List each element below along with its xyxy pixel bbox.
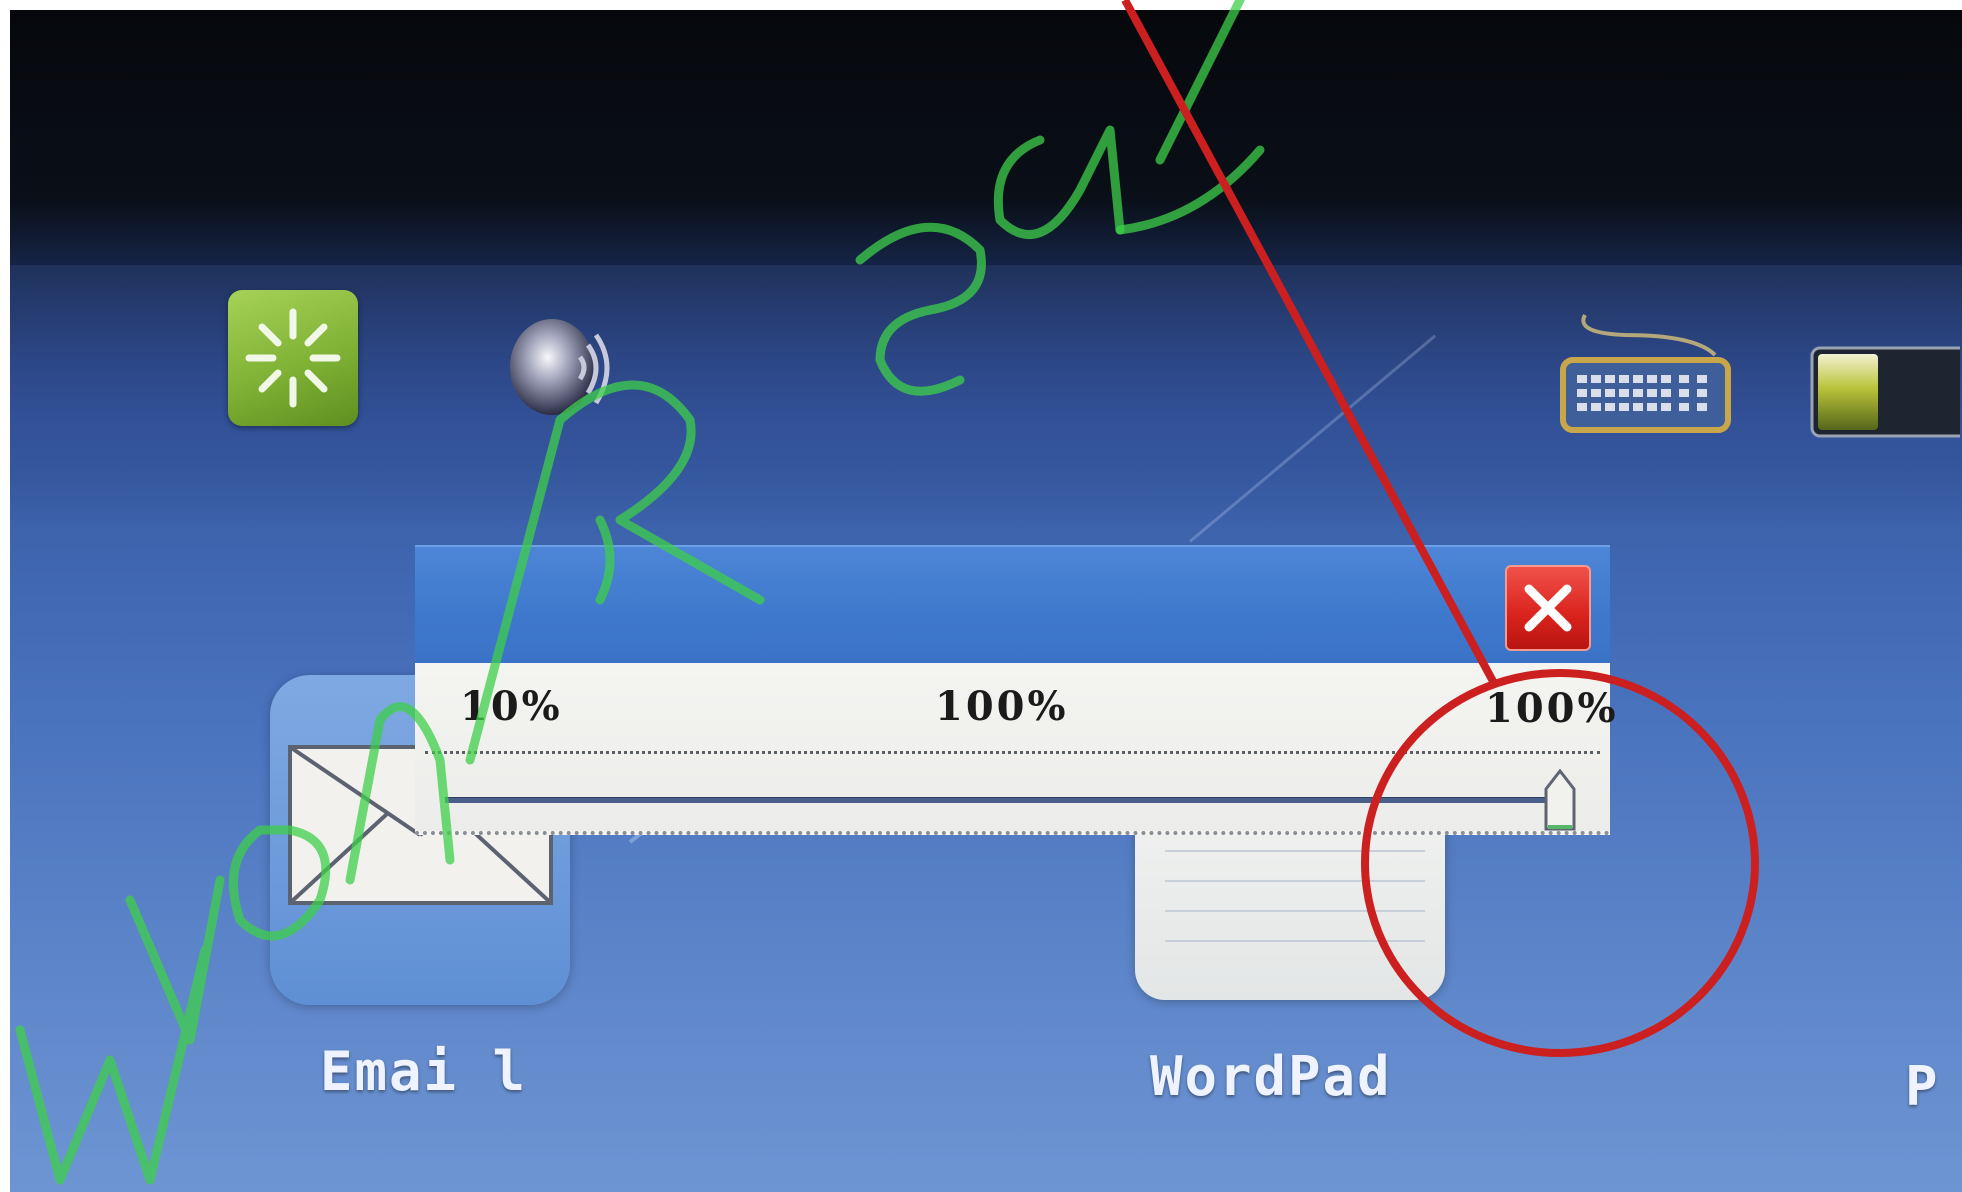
slider-track[interactable] <box>445 797 1560 803</box>
close-icon <box>1524 584 1572 632</box>
wordpad-icon-line <box>1165 880 1425 882</box>
partial-app-label[interactable]: P <box>1905 1055 1940 1118</box>
slider-thumb[interactable] <box>1544 769 1576 833</box>
wordpad-icon-line <box>1165 910 1425 912</box>
dialog-titlebar[interactable] <box>415 545 1610 665</box>
dotted-separator <box>425 751 1600 754</box>
speaker-icon[interactable] <box>500 305 620 435</box>
keyboard-icon[interactable] <box>1555 305 1735 440</box>
level-slider[interactable] <box>445 769 1580 831</box>
battery-icon[interactable] <box>1810 340 1962 445</box>
scale-min-label: 10% <box>460 683 563 730</box>
close-button[interactable] <box>1505 565 1591 651</box>
scale-current-label: 100% <box>935 683 1069 730</box>
email-app-label[interactable]: Emai l <box>320 1040 527 1103</box>
dialog-body: 10% 100% 100% <box>415 663 1616 835</box>
wordpad-app-label[interactable]: WordPad <box>1150 1045 1392 1108</box>
level-dialog: 10% 100% 100% <box>415 545 1616 835</box>
wordpad-icon-line <box>1165 850 1425 852</box>
scale-max-label: 100% <box>1485 685 1619 732</box>
wordpad-icon-line <box>1165 940 1425 942</box>
loading-icon[interactable] <box>228 290 358 426</box>
loading-spinner-icon <box>245 308 341 408</box>
